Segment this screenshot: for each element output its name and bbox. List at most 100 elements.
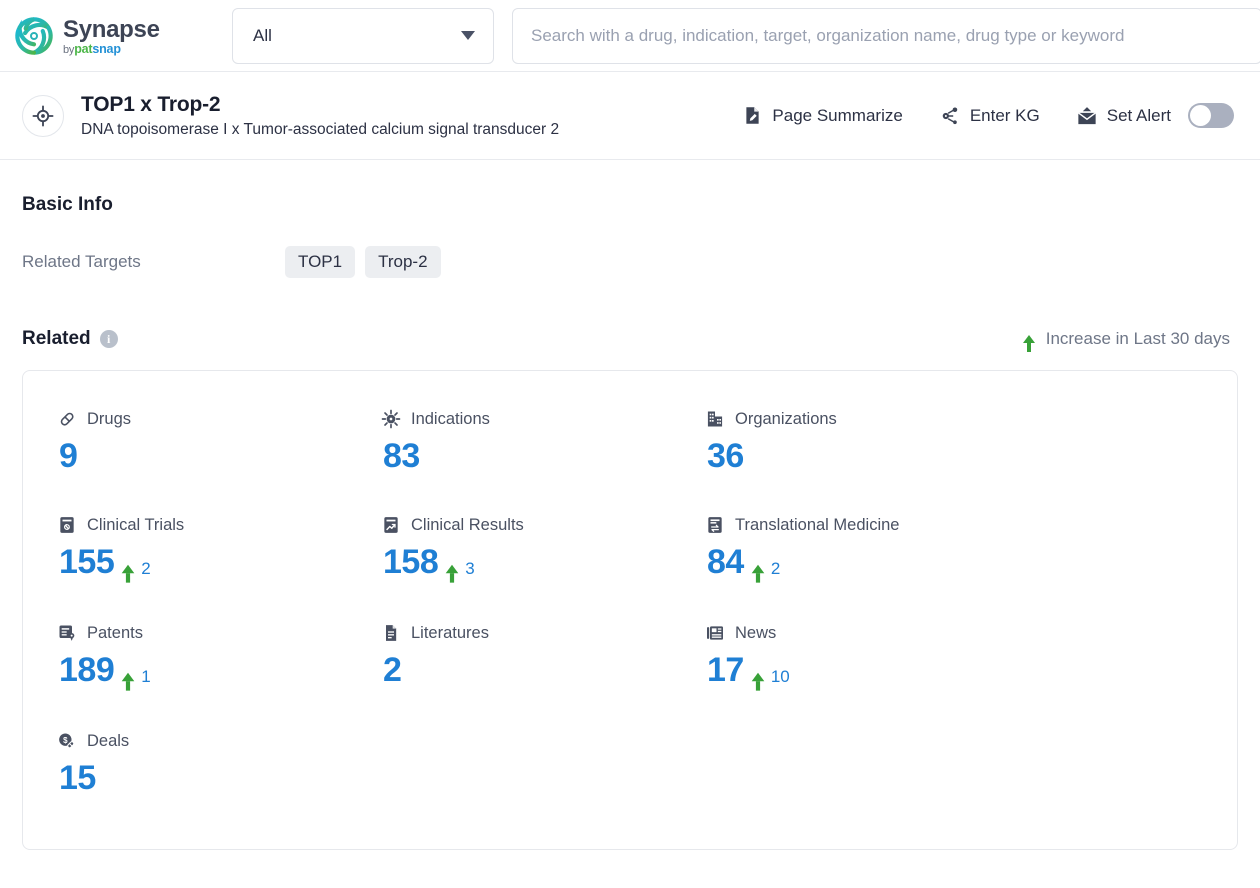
metric-number: 189	[59, 651, 115, 689]
metric-label-row: Clinical Results	[381, 515, 705, 535]
arrow-up-icon	[121, 564, 135, 583]
arrow-up-icon	[445, 564, 459, 583]
metric-value-row: 15	[57, 759, 381, 798]
metric-translational-medicine[interactable]: Translational Medicine 84 2	[705, 515, 1029, 584]
arrow-up-icon	[751, 564, 765, 583]
brand-logo[interactable]: Synapse bypatsnap	[14, 16, 232, 56]
page-summarize-label: Page Summarize	[772, 105, 903, 125]
metric-label: Literatures	[411, 623, 489, 642]
clinical-trial-doc-icon	[60, 517, 74, 533]
metric-label: Patents	[87, 623, 143, 642]
metric-label-row: Literatures	[381, 623, 705, 643]
increase-legend: Increase in Last 30 days	[1022, 329, 1238, 352]
metric-value-row: 84 2	[705, 543, 1029, 584]
target-tag[interactable]: TOP1	[285, 246, 356, 278]
clinical-result-chart-icon	[384, 517, 398, 533]
metric-delta: 10	[751, 667, 790, 692]
metric-delta-number: 2	[141, 559, 151, 578]
related-metrics-card: Drugs 9 Indications 83 Organizations 36 …	[22, 370, 1238, 850]
toggle-knob	[1190, 105, 1211, 126]
basic-info-heading: Basic Info	[22, 194, 113, 215]
metric-delta: 3	[445, 559, 475, 584]
metric-patents[interactable]: Patents 189 1	[57, 623, 381, 692]
set-alert-label: Set Alert	[1106, 105, 1171, 125]
related-targets-row: Related Targets TOP1 Trop-2	[22, 246, 1238, 278]
metric-drugs[interactable]: Drugs 9	[57, 409, 381, 476]
alert-envelope-icon	[1077, 106, 1096, 124]
search-input[interactable]	[531, 25, 1243, 46]
entity-header: TOP1 x Trop-2 DNA topoisomerase I x Tumo…	[0, 72, 1260, 160]
metric-label-row: Clinical Trials	[57, 515, 381, 535]
news-paper-icon	[707, 626, 723, 640]
metric-value-row: 155 2	[57, 543, 381, 584]
metric-value-row: 9	[57, 437, 381, 476]
metric-number: 15	[59, 759, 96, 797]
knowledge-graph-icon	[942, 106, 958, 124]
metric-number: 2	[383, 651, 402, 689]
metric-number: 155	[59, 543, 115, 581]
enter-kg-button[interactable]: Enter KG	[939, 105, 1040, 127]
metric-number: 9	[59, 437, 78, 475]
metric-delta: 2	[751, 559, 781, 584]
arrow-up-icon	[121, 672, 135, 691]
metrics-grid: Drugs 9 Indications 83 Organizations 36 …	[57, 409, 1237, 798]
search-scope-select[interactable]: All	[232, 7, 494, 64]
metric-label-row: News	[705, 623, 1029, 643]
metric-label-row: Drugs	[57, 409, 381, 429]
arrow-up-icon	[1022, 335, 1035, 352]
top-search-bar: Synapse bypatsnap All	[0, 0, 1260, 72]
set-alert-control[interactable]: Set Alert	[1076, 103, 1234, 128]
metric-delta-number: 10	[770, 667, 790, 686]
page-title: TOP1 x Trop-2	[81, 92, 221, 116]
pill-capsule-icon	[60, 412, 74, 426]
target-tag[interactable]: Trop-2	[365, 246, 441, 278]
virus-icon	[381, 409, 401, 429]
metric-clinical-trials[interactable]: Clinical Trials 155 2	[57, 515, 381, 584]
literature-doc-icon	[386, 625, 397, 641]
patent-certificate-icon	[59, 625, 75, 641]
metric-delta: 1	[121, 667, 151, 692]
metric-value-row: 36	[705, 437, 1029, 476]
metric-organizations[interactable]: Organizations 36	[705, 409, 1029, 476]
related-heading: Related	[22, 328, 91, 349]
page-summarize-button[interactable]: Page Summarize	[742, 105, 903, 126]
metric-label-row: Organizations	[705, 409, 1029, 429]
translational-medicine-icon	[708, 517, 722, 533]
enter-kg-label: Enter KG	[969, 105, 1040, 125]
arrow-up-icon	[751, 672, 765, 691]
metric-value-row: 2	[381, 651, 705, 690]
search-box[interactable]	[512, 7, 1260, 64]
metric-value-row: 17 10	[705, 651, 1029, 692]
brand-snap: snap	[92, 41, 121, 56]
metric-delta-number: 3	[465, 559, 475, 578]
metric-indications[interactable]: Indications 83	[381, 409, 705, 476]
metric-label: Translational Medicine	[735, 515, 900, 534]
metric-news[interactable]: News 17 10	[705, 623, 1029, 692]
metric-value-row: 83	[381, 437, 705, 476]
metric-delta-number: 1	[141, 667, 151, 686]
metric-label: Clinical Results	[411, 515, 524, 534]
metric-label: Organizations	[735, 409, 837, 428]
svg-text:$: $	[63, 736, 68, 745]
building-icon	[707, 411, 723, 427]
metric-label: Clinical Trials	[87, 515, 185, 534]
page-subtitle: DNA topoisomerase I x Tumor-associated c…	[81, 120, 560, 138]
metric-literatures[interactable]: Literatures 2	[381, 623, 705, 692]
target-crosshair-icon	[22, 94, 64, 137]
metric-delta-number: 2	[770, 559, 781, 578]
entity-titles: TOP1 x Trop-2 DNA topoisomerase I x Tumo…	[81, 93, 742, 139]
metric-label-row: Patents	[57, 623, 381, 643]
set-alert-toggle[interactable]	[1188, 103, 1234, 128]
metric-clinical-results[interactable]: Clinical Results 158 3	[381, 515, 705, 584]
metric-label-row: Translational Medicine	[705, 515, 1029, 535]
metric-number: 83	[383, 437, 420, 475]
metric-deals[interactable]: $ Deals 15	[57, 731, 381, 798]
metric-label: Drugs	[87, 409, 132, 428]
metric-number: 17	[707, 651, 744, 689]
brand-name: Synapse	[63, 15, 160, 43]
related-targets-tags: TOP1 Trop-2	[285, 246, 441, 278]
document-pen-icon	[746, 107, 760, 124]
entity-actions: Page Summarize Enter KG Set Alert	[742, 103, 1242, 128]
metric-label-row: Indications	[381, 409, 705, 429]
info-icon[interactable]: i	[99, 330, 118, 348]
